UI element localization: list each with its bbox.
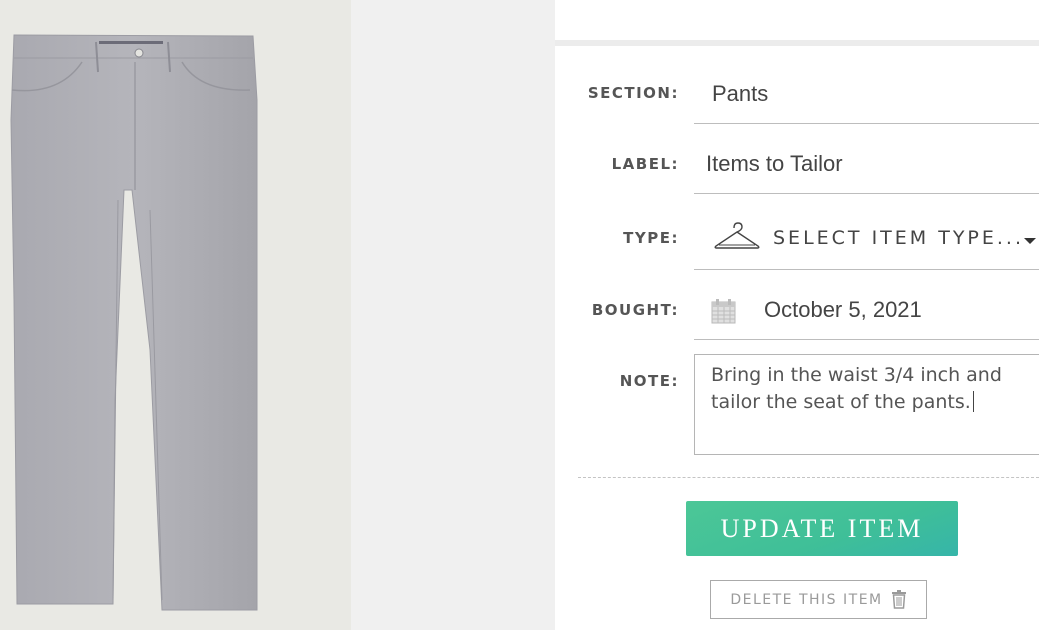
delete-item-button[interactable]: DELETE THIS ITEM [710, 580, 927, 619]
label-value: Items to Tailor [706, 151, 843, 176]
panel-header [555, 0, 1039, 40]
product-photo [0, 0, 351, 630]
delete-item-label: DELETE THIS ITEM [730, 591, 883, 608]
section-separator [578, 477, 1039, 478]
hanger-icon [714, 222, 760, 249]
trash-icon [891, 590, 906, 609]
note-value: Bring in the waist 3/4 inch and tailor t… [711, 362, 1031, 416]
label-label: LABEL: [611, 155, 679, 173]
calendar-icon [711, 299, 736, 324]
note-label: NOTE: [619, 372, 679, 390]
bought-label: BOUGHT: [591, 301, 679, 319]
chevron-down-icon[interactable] [1024, 238, 1036, 244]
text-cursor [972, 391, 974, 412]
type-placeholder: SELECT ITEM TYPE... [773, 227, 1025, 249]
section-label: SECTION: [587, 84, 679, 102]
section-value: Pants [712, 81, 769, 106]
background-gap [351, 0, 555, 630]
pants-photo [0, 0, 351, 630]
note-text: Bring in the waist 3/4 inch and tailor t… [711, 364, 1002, 413]
type-label: TYPE: [623, 229, 679, 247]
bought-value: October 5, 2021 [764, 297, 922, 322]
update-item-button[interactable]: UPDATE ITEM [686, 501, 958, 556]
